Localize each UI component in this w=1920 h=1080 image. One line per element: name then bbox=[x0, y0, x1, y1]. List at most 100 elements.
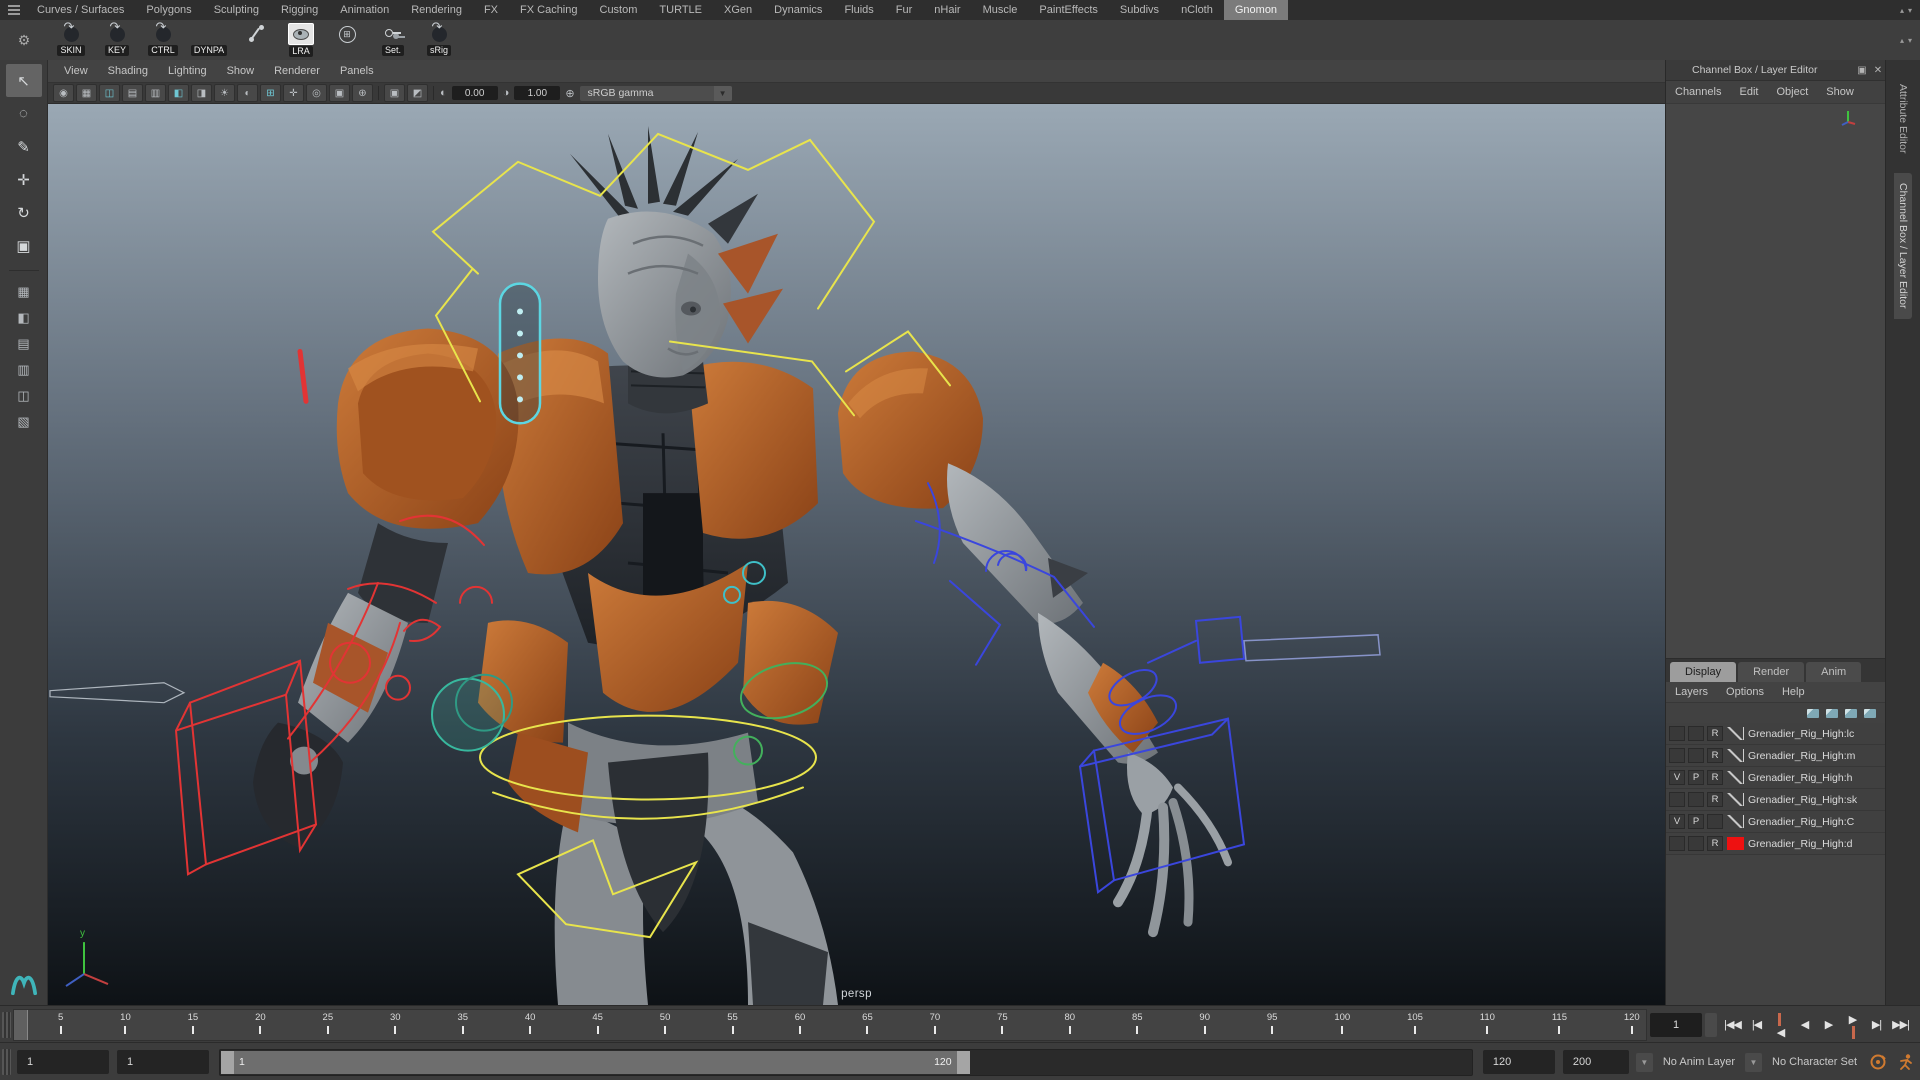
channel-box-menu-item[interactable]: Show bbox=[1817, 86, 1863, 98]
shelf-ctrl-button[interactable]: CTRL bbox=[140, 21, 186, 59]
move-tool-button[interactable]: ✛ bbox=[6, 163, 42, 196]
layer-editor-menu-item[interactable]: Help bbox=[1773, 686, 1814, 698]
rotate-tool-button[interactable]: ↻ bbox=[6, 196, 42, 229]
panel-menu-item[interactable]: Panels bbox=[330, 65, 384, 77]
display-layer-row[interactable]: R Grenadier_Rig_High:m bbox=[1666, 745, 1886, 767]
playback-end-field[interactable]: 120 bbox=[1483, 1050, 1555, 1074]
layer-display-type-toggle[interactable]: R bbox=[1707, 726, 1723, 741]
playback-range-bar[interactable]: 1 120 bbox=[221, 1051, 970, 1074]
step-back-key-button[interactable]: ◀ bbox=[1769, 1013, 1792, 1037]
layer-editor-tab[interactable]: Display bbox=[1670, 662, 1736, 682]
layer-display-type-toggle[interactable] bbox=[1707, 814, 1723, 829]
select-camera-icon[interactable]: ◉ bbox=[53, 84, 74, 102]
layer-editor-menu-item[interactable]: Layers bbox=[1666, 686, 1717, 698]
motion-blur-icon[interactable]: ✛ bbox=[283, 84, 304, 102]
popout-icon[interactable]: ▣ bbox=[1854, 65, 1870, 76]
empty-layer-icon[interactable] bbox=[1845, 709, 1857, 718]
display-layer-row[interactable]: V P Grenadier_Rig_High:C bbox=[1666, 811, 1886, 833]
anim-layer-dropdown[interactable]: No Anim Layer bbox=[1656, 1056, 1742, 1068]
four-view-layout-button[interactable]: ▦ bbox=[7, 279, 41, 305]
timeline-ruler[interactable]: 5 10 15 20 bbox=[13, 1009, 1647, 1041]
panel-menu-item[interactable]: Renderer bbox=[264, 65, 330, 77]
menubar-item[interactable]: Sculpting bbox=[203, 0, 270, 20]
layer-visibility-toggle[interactable]: V bbox=[1669, 770, 1685, 785]
channel-list-area[interactable] bbox=[1666, 103, 1886, 658]
character-set-dropdown[interactable]: No Character Set bbox=[1765, 1056, 1864, 1068]
hypershade-layout-button[interactable]: ▧ bbox=[7, 409, 41, 435]
menubar-item[interactable]: Rigging bbox=[270, 0, 329, 20]
menubar-item[interactable]: nCloth bbox=[1170, 0, 1224, 20]
menubar-item[interactable]: FX bbox=[473, 0, 509, 20]
time-slider-grip[interactable] bbox=[2, 1012, 11, 1038]
menubar-item[interactable]: Fur bbox=[885, 0, 924, 20]
safe-action-icon[interactable]: ◨ bbox=[191, 84, 212, 102]
play-backwards-button[interactable]: ◀ bbox=[1793, 1013, 1816, 1037]
move-layer-down-icon[interactable] bbox=[1807, 709, 1819, 718]
layer-from-selected-icon[interactable] bbox=[1864, 709, 1876, 718]
panel-menu-item[interactable]: Shading bbox=[98, 65, 158, 77]
layer-editor-menu-item[interactable]: Options bbox=[1717, 686, 1773, 698]
layer-visibility-toggle[interactable] bbox=[1669, 836, 1685, 851]
gamma-icon[interactable]: ⊕ bbox=[565, 87, 574, 100]
animation-start-field[interactable]: 1 bbox=[17, 1050, 109, 1074]
anim-layer-dropdown-arrow[interactable]: ▼ bbox=[1636, 1053, 1653, 1072]
character-set-dropdown-arrow[interactable]: ▼ bbox=[1745, 1053, 1762, 1072]
range-end-handle[interactable] bbox=[957, 1051, 970, 1074]
play-forwards-button[interactable]: ▶ bbox=[1817, 1013, 1840, 1037]
channel-box-menu-item[interactable]: Channels bbox=[1666, 86, 1730, 98]
go-to-end-button[interactable]: ▶▶| bbox=[1889, 1013, 1912, 1037]
two-pane-layout-button[interactable]: ▥ bbox=[7, 357, 41, 383]
menubar-item[interactable]: Gnomon bbox=[1224, 0, 1288, 20]
scale-tool-button[interactable]: ▣ bbox=[6, 229, 42, 262]
resolution-gate-icon[interactable]: ▤ bbox=[122, 84, 143, 102]
channel-box-menu-item[interactable]: Edit bbox=[1730, 86, 1767, 98]
layer-visibility-toggle[interactable] bbox=[1669, 792, 1685, 807]
menubar-item[interactable]: Animation bbox=[329, 0, 400, 20]
menubar-item[interactable]: Custom bbox=[589, 0, 649, 20]
exposure-field[interactable]: 0.00 bbox=[452, 86, 498, 100]
layer-color-swatch[interactable] bbox=[1727, 727, 1744, 740]
display-layer-row[interactable]: R Grenadier_Rig_High:lc bbox=[1666, 723, 1886, 745]
layer-display-type-toggle[interactable]: R bbox=[1707, 792, 1723, 807]
scene-3d-view[interactable]: y bbox=[48, 104, 1665, 1005]
close-icon[interactable]: ✕ bbox=[1870, 65, 1886, 76]
layer-color-swatch[interactable] bbox=[1727, 793, 1744, 806]
range-slider-track[interactable]: 1 120 bbox=[219, 1049, 1473, 1076]
gate-mask-icon[interactable]: ▥ bbox=[145, 84, 166, 102]
current-frame-spinner[interactable] bbox=[1705, 1013, 1717, 1037]
layer-playback-toggle[interactable] bbox=[1688, 792, 1704, 807]
single-pane-layout-button[interactable]: ▤ bbox=[7, 331, 41, 357]
contrast-icon[interactable]: ◑ bbox=[503, 87, 510, 99]
layer-display-type-toggle[interactable]: R bbox=[1707, 748, 1723, 763]
shelf-key-button[interactable]: KEY bbox=[94, 21, 140, 59]
menubar-collapse-arrows[interactable]: ▴▾ bbox=[1900, 6, 1920, 15]
display-layer-row[interactable]: R Grenadier_Rig_High:sk bbox=[1666, 789, 1886, 811]
step-back-frame-button[interactable]: |◀ bbox=[1745, 1013, 1768, 1037]
panel-menu-item[interactable]: Lighting bbox=[158, 65, 217, 77]
select-tool-button[interactable]: ↖ bbox=[6, 64, 42, 97]
shelf-hub-button[interactable] bbox=[324, 21, 370, 59]
film-gate-icon[interactable]: ◫ bbox=[99, 84, 120, 102]
layer-playback-toggle[interactable] bbox=[1688, 836, 1704, 851]
move-layer-up-icon[interactable] bbox=[1826, 709, 1838, 718]
layer-color-swatch[interactable] bbox=[1727, 837, 1744, 850]
shadows-icon[interactable]: ◐ bbox=[237, 84, 258, 102]
layer-display-type-toggle[interactable]: R bbox=[1707, 836, 1723, 851]
auto-keyframe-icon[interactable] bbox=[1866, 1050, 1890, 1074]
animation-end-field[interactable]: 200 bbox=[1563, 1050, 1629, 1074]
shelf-skin-button[interactable]: SKIN bbox=[48, 21, 94, 59]
persp-graph-layout-button[interactable]: ◫ bbox=[7, 383, 41, 409]
panel-menu-item[interactable]: View bbox=[54, 65, 98, 77]
side-tab-channel-box[interactable]: Channel Box / Layer Editor bbox=[1894, 173, 1912, 319]
menubar-item[interactable]: Rendering bbox=[400, 0, 473, 20]
layer-display-type-toggle[interactable]: R bbox=[1707, 770, 1723, 785]
isolate-view-icon[interactable]: ▣ bbox=[384, 84, 405, 102]
multisampling-icon[interactable]: ◎ bbox=[306, 84, 327, 102]
menubar-item[interactable]: Dynamics bbox=[763, 0, 833, 20]
layer-playback-toggle[interactable]: P bbox=[1688, 770, 1704, 785]
panel-menu-item[interactable]: Show bbox=[217, 65, 265, 77]
menubar-item[interactable]: Fluids bbox=[833, 0, 884, 20]
lighting-icon[interactable]: ☀ bbox=[214, 84, 235, 102]
layer-playback-toggle[interactable] bbox=[1688, 726, 1704, 741]
field-chart-icon[interactable]: ◧ bbox=[168, 84, 189, 102]
